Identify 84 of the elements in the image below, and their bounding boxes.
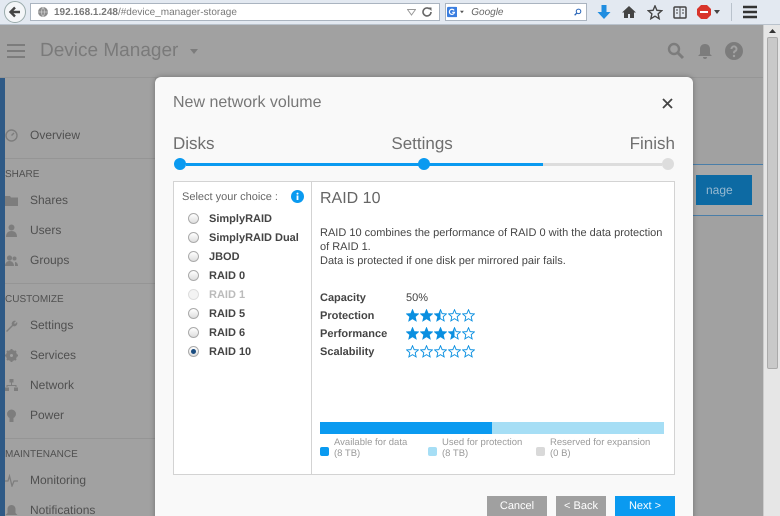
pulse-icon	[5, 474, 18, 486]
radio-button[interactable]	[188, 308, 199, 319]
choice-heading: Select your choice :	[182, 190, 278, 202]
secondary-button[interactable]: < Back	[556, 496, 606, 516]
legend-label: Used for protection	[442, 437, 522, 448]
folder-icon	[5, 194, 18, 206]
info-icon[interactable]	[291, 190, 304, 203]
menu-icon[interactable]	[742, 5, 758, 19]
manage-button[interactable]: nage	[696, 175, 752, 205]
next-button[interactable]: Next >	[615, 496, 675, 516]
download-icon[interactable]	[597, 4, 611, 20]
section-heading: CUSTOMIZE	[5, 293, 65, 307]
rating-label: Protection	[320, 310, 374, 322]
radio-button[interactable]	[188, 251, 199, 262]
bell-icon	[5, 504, 18, 516]
caret-icon[interactable]	[460, 10, 464, 14]
radio-option[interactable]: RAID 5	[182, 304, 304, 323]
sidebar-item[interactable]: Settings	[5, 310, 155, 340]
secondary-button[interactable]: Cancel	[487, 496, 547, 516]
rating-value: 50%	[406, 292, 428, 304]
gear-icon	[5, 348, 18, 362]
gauge-icon	[5, 128, 18, 142]
up-arrow-icon[interactable]	[768, 29, 776, 33]
network-icon	[5, 378, 18, 392]
stop-sign-icon[interactable]	[697, 5, 721, 19]
star-icon[interactable]	[647, 4, 663, 20]
legend-label: Reserved for expansion	[550, 437, 650, 448]
sidebar-item[interactable]: Groups	[5, 245, 155, 275]
reload-icon[interactable]	[421, 6, 433, 18]
radio-option[interactable]: RAID 0	[182, 266, 304, 285]
sidebar-item[interactable]: Network	[5, 370, 155, 400]
person-icon	[5, 224, 18, 236]
sidebar-item[interactable]: Overview	[5, 120, 155, 150]
radio-option[interactable]: SimplyRAID Dual	[182, 228, 304, 247]
section-heading: MAINTENANCE	[5, 448, 79, 462]
bulb-icon	[5, 408, 18, 422]
scrollbar[interactable]	[763, 25, 780, 516]
sidebar-item[interactable]: Monitoring	[5, 465, 155, 495]
address-field[interactable]: 192.168.1.248/#device_manager-storage	[30, 3, 440, 21]
legend-amount: (8 TB)	[334, 448, 362, 459]
sidebar-item[interactable]: Users	[5, 215, 155, 245]
rating-label: Capacity	[320, 292, 366, 304]
sidebar-item[interactable]: Services	[5, 340, 155, 370]
detail-title: RAID 10	[320, 190, 382, 209]
reading-list-icon[interactable]	[673, 5, 687, 19]
section-heading: SHARE	[5, 168, 40, 182]
sidebar-item[interactable]: Notifications	[5, 495, 155, 516]
home-icon[interactable]	[621, 5, 637, 19]
people-icon	[5, 254, 18, 266]
step-label: Finish	[630, 134, 675, 154]
globe-icon	[37, 6, 49, 18]
bell-icon[interactable]	[697, 42, 713, 60]
radio-option[interactable]: RAID 10	[182, 342, 304, 361]
scrollbar-thumb[interactable]	[766, 37, 778, 369]
step-label: Disks	[173, 134, 215, 154]
radio-option[interactable]: SimplyRAID	[182, 209, 304, 228]
back-button[interactable]	[4, 1, 26, 23]
search-input[interactable]: Google	[467, 6, 572, 18]
description-text: RAID 10 combines the performance of RAID 0 with the data protection of RAID 1.	[320, 226, 664, 254]
help-icon[interactable]	[725, 42, 743, 60]
description-text: Data is protected if one disk per mirrored pair fails.	[320, 254, 567, 268]
radio-option[interactable]: JBOD	[182, 247, 304, 266]
legend-amount: (8 TB)	[442, 448, 470, 459]
dialog-title: New network volume	[173, 94, 322, 112]
rating-label: Performance	[320, 328, 388, 340]
back-arrow-icon	[8, 5, 22, 19]
legend-label: Available for data	[334, 437, 408, 448]
search-icon[interactable]	[574, 6, 582, 18]
legend-amount: (0 B)	[550, 448, 572, 459]
step-label: Settings	[391, 134, 453, 154]
dropdown-icon[interactable]	[407, 8, 416, 16]
radio-button[interactable]	[188, 270, 199, 281]
sidebar-item[interactable]: Power	[5, 400, 155, 430]
sidebar-item[interactable]: Shares	[5, 185, 155, 215]
google-icon	[447, 4, 458, 20]
radio-button[interactable]	[188, 213, 199, 224]
radio-button[interactable]	[188, 327, 199, 338]
radio-option[interactable]: RAID 6	[182, 323, 304, 342]
close-icon[interactable]	[662, 98, 673, 108]
radio-button[interactable]	[188, 232, 199, 243]
rating-label: Scalability	[320, 346, 374, 358]
search-bar[interactable]: Google	[445, 3, 587, 21]
wrench-icon	[5, 318, 18, 332]
radio-button[interactable]	[188, 346, 199, 357]
